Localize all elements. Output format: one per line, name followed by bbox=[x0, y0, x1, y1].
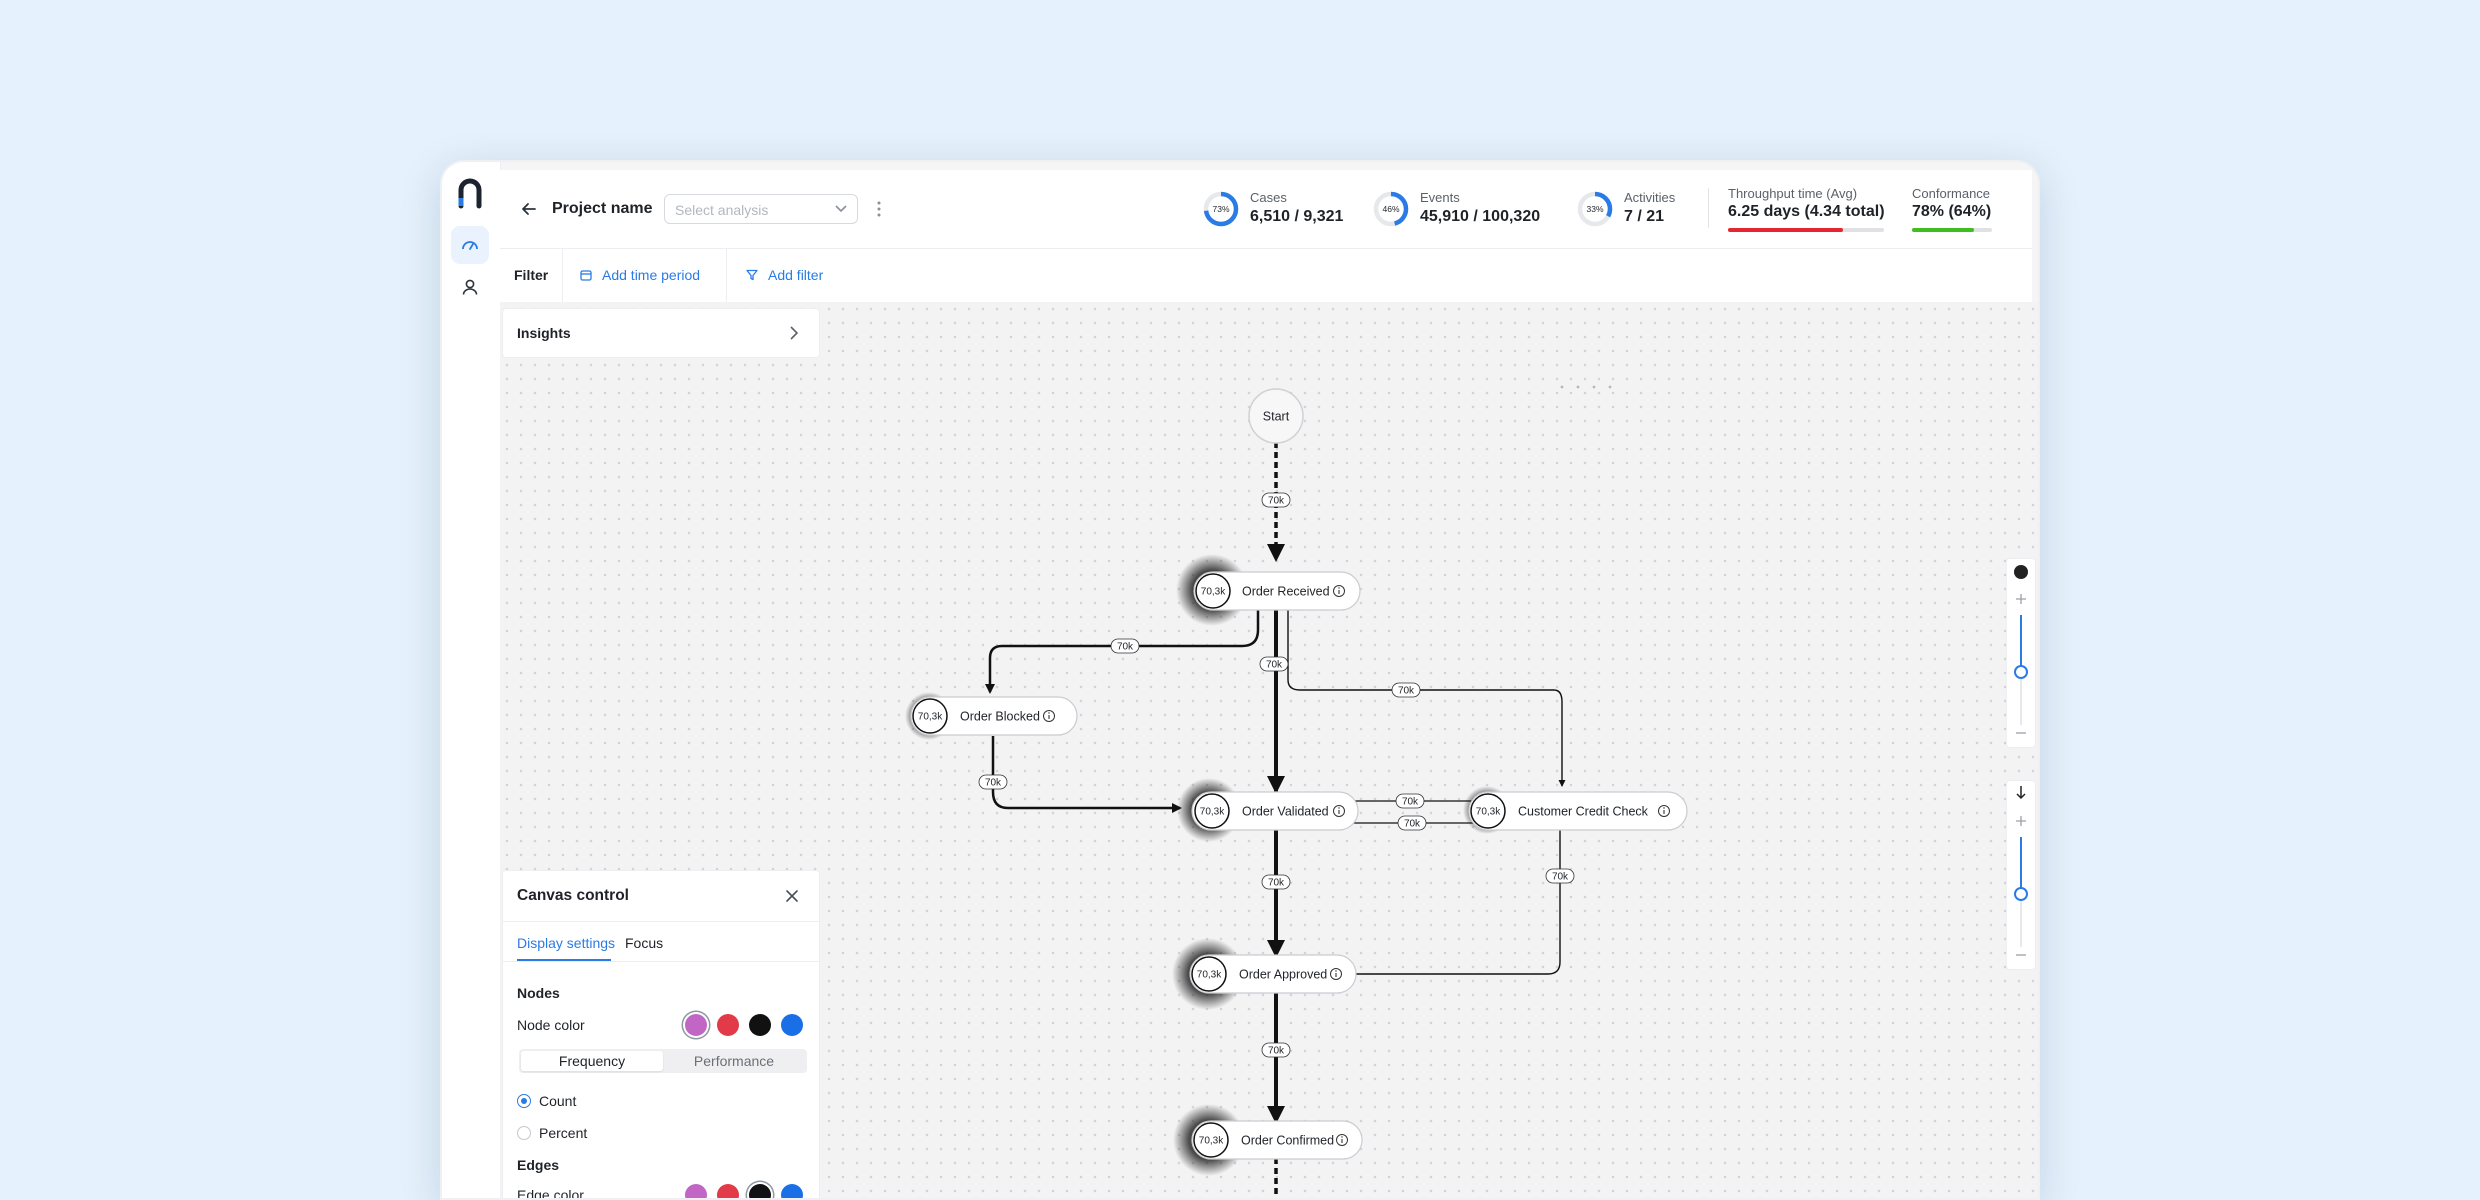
radio-percent-label: Percent bbox=[539, 1125, 588, 1141]
node-count: 70,3k bbox=[918, 712, 943, 723]
edge-swatch-red[interactable] bbox=[717, 1184, 739, 1198]
node-label: Order Received bbox=[1242, 585, 1330, 599]
slider-fill bbox=[2020, 615, 2022, 671]
metric-segmented-control: Frequency Performance bbox=[519, 1049, 807, 1073]
edge-label-received-credit: 70k bbox=[1391, 682, 1421, 698]
segment-performance[interactable]: Performance bbox=[663, 1051, 805, 1071]
start-node[interactable]: Start bbox=[1248, 388, 1304, 444]
node-order-confirmed[interactable]: 70,3k Order Confirmed bbox=[1173, 1104, 1363, 1176]
edge-label-start-received: 70k bbox=[1261, 492, 1291, 508]
edge-credit-approved[interactable] bbox=[1336, 826, 1561, 978]
node-label: Order Validated bbox=[1242, 805, 1329, 819]
node-count: 70,3k bbox=[1199, 1136, 1224, 1147]
tab-display-settings[interactable]: Display settings bbox=[517, 935, 615, 951]
node-order-approved[interactable]: 70,3k Order Approved bbox=[1172, 938, 1357, 1010]
radio-count[interactable] bbox=[517, 1094, 531, 1108]
nodes-heading: Nodes bbox=[517, 985, 560, 1001]
edge-color-label: Edge color bbox=[517, 1187, 584, 1200]
edge-label-text: 70k bbox=[1117, 642, 1134, 653]
node-count: 70,3k bbox=[1476, 807, 1501, 818]
edge-label-text: 70k bbox=[1268, 1046, 1285, 1057]
node-customer-credit-check[interactable]: 70,3k Customer Credit Check bbox=[1463, 786, 1688, 834]
minus-icon[interactable] bbox=[2015, 731, 2027, 735]
node-swatch-blue[interactable] bbox=[781, 1014, 803, 1036]
node-order-blocked[interactable]: 70,3k Order Blocked bbox=[905, 692, 1078, 740]
edge-label-text: 70k bbox=[1552, 872, 1569, 883]
slider-fill bbox=[2020, 837, 2022, 893]
canvas-control-title: Canvas control bbox=[517, 887, 629, 904]
app-window: Project name Select analysis 73% Cases 6… bbox=[440, 160, 2040, 1200]
edge-swatch-black[interactable] bbox=[749, 1184, 771, 1198]
edge-swatch-purple[interactable] bbox=[685, 1184, 707, 1198]
node-swatch-black[interactable] bbox=[749, 1014, 771, 1036]
node-filter-icon[interactable] bbox=[2014, 565, 2028, 579]
node-count: 70,3k bbox=[1201, 587, 1226, 598]
panel-divider bbox=[503, 921, 819, 922]
radio-percent[interactable] bbox=[517, 1126, 531, 1140]
edge-label-approved-confirmed: 70k bbox=[1261, 1042, 1291, 1058]
edge-label-validated-credit: 70k bbox=[1395, 793, 1425, 809]
segment-frequency[interactable]: Frequency bbox=[521, 1051, 663, 1071]
insights-title: Insights bbox=[517, 325, 571, 341]
edge-label-credit-validated: 70k bbox=[1397, 815, 1427, 831]
radio-dot bbox=[520, 1097, 527, 1104]
edges-heading: Edges bbox=[517, 1157, 560, 1173]
radio-count-label: Count bbox=[539, 1093, 577, 1109]
close-icon[interactable] bbox=[785, 889, 799, 903]
node-label: Order Approved bbox=[1239, 968, 1327, 982]
edge-threshold-slider bbox=[2006, 780, 2036, 970]
arrow-down-icon[interactable] bbox=[2015, 785, 2027, 801]
edge-blocked-validated[interactable] bbox=[991, 736, 1182, 813]
node-swatch-red[interactable] bbox=[717, 1014, 739, 1036]
canvas-control-panel: Canvas control Display settings Focus No… bbox=[502, 870, 820, 1200]
edge-swatch-blue[interactable] bbox=[781, 1184, 803, 1198]
edge-label-text: 70k bbox=[1268, 878, 1285, 889]
node-color-label: Node color bbox=[517, 1017, 585, 1033]
minus-icon[interactable] bbox=[2015, 953, 2027, 957]
edge-label-text: 70k bbox=[1266, 660, 1283, 671]
node-count: 70,3k bbox=[1197, 970, 1222, 981]
edge-label-received-validated: 70k bbox=[1259, 656, 1289, 672]
node-label: Customer Credit Check bbox=[1518, 805, 1649, 819]
edge-label-validated-approved: 70k bbox=[1261, 874, 1291, 890]
node-label: Order Confirmed bbox=[1241, 1134, 1334, 1148]
plus-icon[interactable] bbox=[2015, 593, 2027, 605]
start-label: Start bbox=[1263, 410, 1290, 424]
insights-panel[interactable]: Insights bbox=[502, 308, 820, 358]
edge-label-text: 70k bbox=[1404, 819, 1421, 830]
edge-label-text: 70k bbox=[1268, 496, 1285, 507]
tabs-divider bbox=[503, 961, 819, 962]
node-count: 70,3k bbox=[1200, 807, 1225, 818]
chevron-right-icon[interactable] bbox=[789, 326, 799, 340]
node-label: Order Blocked bbox=[960, 710, 1040, 724]
edge-label-text: 70k bbox=[1398, 686, 1415, 697]
edge-label-received-blocked: 70k bbox=[1110, 638, 1140, 654]
edge-label-credit-approved: 70k bbox=[1545, 868, 1575, 884]
edge-label-text: 70k bbox=[1402, 797, 1419, 808]
node-swatch-purple[interactable] bbox=[685, 1014, 707, 1036]
node-order-validated[interactable]: 70,3k Order Validated bbox=[1177, 778, 1359, 842]
slider-handle[interactable] bbox=[2014, 887, 2028, 901]
edge-label-blocked-validated: 70k bbox=[978, 774, 1008, 790]
node-order-received[interactable]: 70,3k Order Received bbox=[1176, 554, 1361, 626]
decorative-dots bbox=[1560, 385, 1612, 389]
plus-icon[interactable] bbox=[2015, 815, 2027, 827]
edge-received-credit[interactable] bbox=[1287, 610, 1566, 787]
tab-focus[interactable]: Focus bbox=[625, 935, 663, 951]
node-threshold-slider bbox=[2006, 558, 2036, 748]
slider-handle[interactable] bbox=[2014, 665, 2028, 679]
edge-label-text: 70k bbox=[985, 778, 1002, 789]
